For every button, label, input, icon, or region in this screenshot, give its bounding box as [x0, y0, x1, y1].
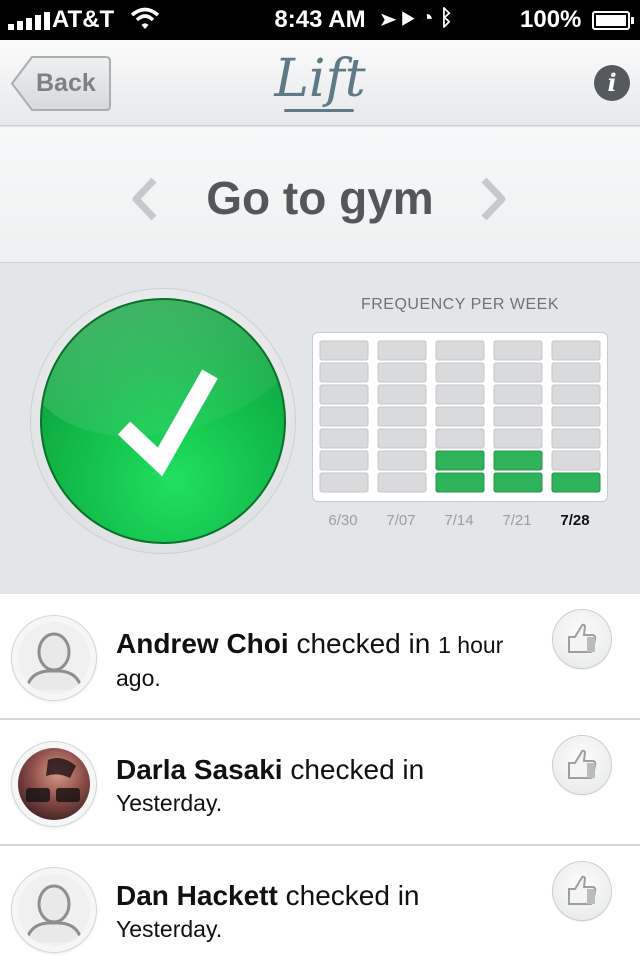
checkmark-icon [117, 369, 218, 477]
frequency-cell-empty [377, 340, 427, 361]
frequency-cell-empty [551, 362, 601, 383]
like-button[interactable] [553, 862, 611, 920]
frequency-cell-empty [319, 450, 369, 471]
thumbs-up-icon [568, 623, 597, 653]
frequency-bar [319, 340, 369, 493]
frequency-cell-empty [435, 362, 485, 383]
week-label: 7/28 [560, 512, 590, 529]
default-avatar-icon [24, 884, 84, 943]
feed-time: Yesterday. [116, 916, 223, 942]
feed-item: Dan Hackett checked in Yesterday. [0, 846, 640, 960]
info-icon[interactable]: i [594, 65, 630, 101]
frequency-cell-empty [319, 362, 369, 383]
frequency-cell-empty [377, 406, 427, 427]
week-label: 7/21 [502, 512, 532, 529]
week-label: 7/07 [386, 512, 416, 529]
play-icon: ▶ [401, 5, 421, 30]
feed-text: Andrew Choi checked in 1 hour ago. [116, 628, 536, 694]
frequency-cell-empty [551, 406, 601, 427]
status-icons: ➤▶◔ᛒ [382, 5, 459, 31]
nav-bar: Back Lift [0, 40, 640, 126]
lift-logo: Lift [270, 46, 370, 122]
thumbs-up-icon [568, 749, 597, 779]
frequency-cell-empty [319, 472, 369, 493]
feed-item: Andrew Choi checked in 1 hour ago. [0, 594, 640, 720]
frequency-cell-empty [377, 362, 427, 383]
frequency-cell-empty [377, 428, 427, 449]
checkin-section: FREQUENCY PER WEEK 6/30 7/07 7/14 7/21 7/28 [0, 264, 640, 594]
feed-action: checked in [290, 754, 425, 785]
feed-item: Darla Sasaki checked in Yesterday. [0, 720, 640, 846]
frequency-cell-empty [377, 384, 427, 405]
frequency-cell-empty [493, 384, 543, 405]
avatar[interactable] [12, 742, 96, 826]
frequency-cell-empty [493, 340, 543, 361]
frequency-cell-empty [435, 406, 485, 427]
frequency-chart [312, 332, 608, 502]
frequency-cell-empty [435, 340, 485, 361]
frequency-cell-filled [493, 450, 543, 471]
avatar[interactable] [12, 868, 96, 952]
frequency-bar [377, 340, 427, 493]
frequency-cell-empty [551, 450, 601, 471]
avatar[interactable] [12, 616, 96, 700]
feed-action: checked in [285, 880, 420, 911]
frequency-bar [493, 340, 543, 493]
frequency-cell-empty [435, 428, 485, 449]
habit-header: Go to gym [0, 127, 640, 263]
feed-text: Darla Sasaki checked in Yesterday. [116, 754, 536, 819]
frequency-cell-empty [319, 406, 369, 427]
battery-icon [592, 11, 634, 30]
battery-percent: 100% [520, 6, 582, 33]
frequency-cell-empty [435, 384, 485, 405]
checkin-button[interactable] [40, 298, 286, 544]
frequency-cell-empty [551, 384, 601, 405]
next-habit-arrow[interactable] [478, 177, 508, 221]
alarm-icon: ◔ [420, 5, 440, 30]
frequency-cell-empty [493, 362, 543, 383]
frequency-cell-empty [319, 340, 369, 361]
frequency-cell-empty [377, 450, 427, 471]
user-name[interactable]: Dan Hackett [116, 880, 278, 911]
week-label: 7/14 [444, 512, 474, 529]
thumbs-up-icon [568, 875, 597, 905]
user-name[interactable]: Andrew Choi [116, 628, 289, 659]
frequency-cell-empty [377, 472, 427, 493]
frequency-cell-filled [435, 472, 485, 493]
activity-feed: Andrew Choi checked in 1 hour ago. Darla… [0, 594, 640, 960]
default-avatar-icon [24, 632, 84, 691]
feed-text: Dan Hackett checked in Yesterday. [116, 880, 536, 945]
frequency-title: FREQUENCY PER WEEK [360, 296, 560, 313]
location-icon: ➤ [382, 5, 402, 30]
checkin-button-bezel [30, 288, 296, 554]
feed-time: Yesterday. [116, 790, 223, 816]
like-button[interactable] [553, 610, 611, 668]
user-photo [26, 758, 80, 802]
like-button[interactable] [553, 736, 611, 794]
week-label: 6/30 [328, 512, 358, 529]
status-bar: AT&T 8:43 AM ➤▶◔ᛒ 100% [0, 0, 640, 40]
frequency-cell-empty [493, 428, 543, 449]
frequency-cell-empty [493, 406, 543, 427]
frequency-bar [551, 340, 601, 493]
frequency-cell-filled [493, 472, 543, 493]
user-name[interactable]: Darla Sasaki [116, 754, 283, 785]
frequency-cell-filled [435, 450, 485, 471]
habit-title: Go to gym [206, 172, 434, 224]
frequency-cell-empty [319, 428, 369, 449]
feed-action: checked in [296, 628, 431, 659]
bluetooth-icon: ᛒ [439, 5, 459, 30]
back-label: Back [36, 69, 96, 97]
frequency-cell-empty [551, 340, 601, 361]
frequency-cell-filled [551, 472, 601, 493]
back-button[interactable]: Back [10, 55, 112, 112]
frequency-cell-empty [551, 428, 601, 449]
frequency-cell-empty [319, 384, 369, 405]
frequency-bar [435, 340, 485, 493]
